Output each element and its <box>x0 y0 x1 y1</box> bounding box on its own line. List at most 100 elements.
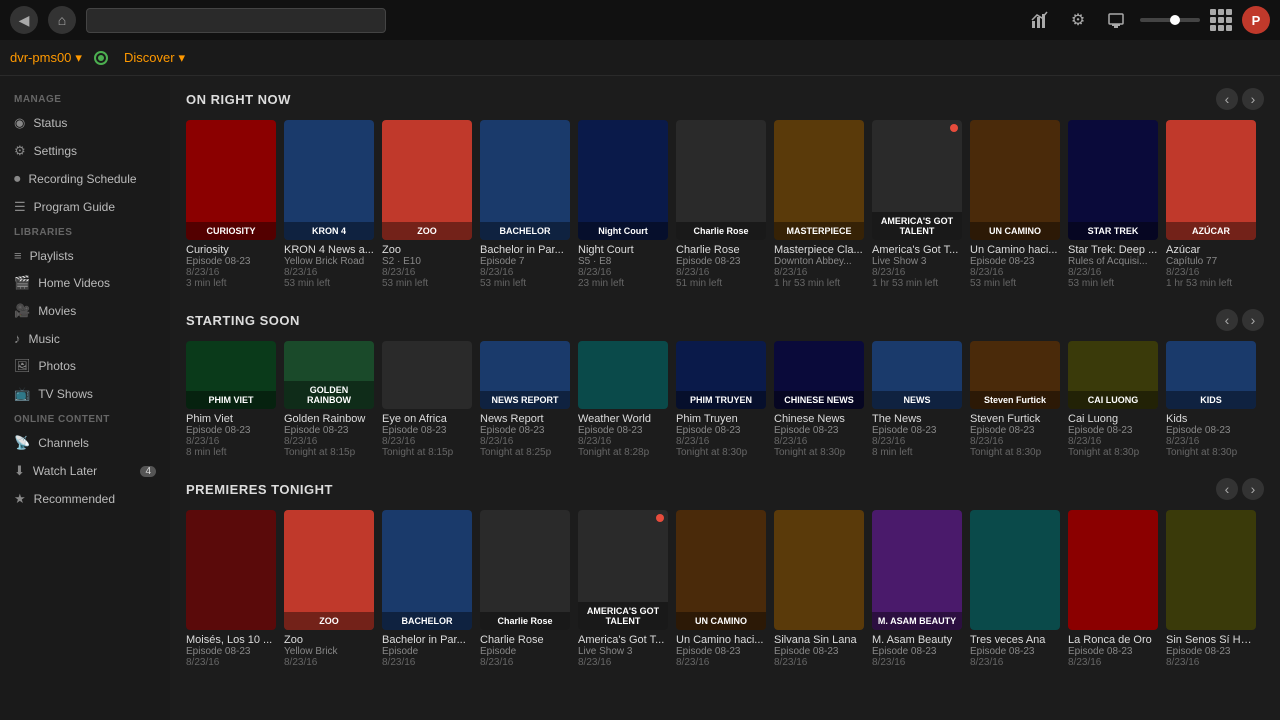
watch-later-icon: ⬇ <box>14 463 25 479</box>
recommended-icon: ★ <box>14 491 26 507</box>
on-right-now-prev[interactable]: ‹ <box>1216 88 1238 110</box>
list-item[interactable]: CAI LUONGCai LuongEpisode 08-238/23/16To… <box>1068 341 1158 458</box>
sidebar-item-home-videos[interactable]: 🎬 Home Videos <box>0 269 170 297</box>
list-item[interactable]: Weather WorldEpisode 08-238/23/16Tonight… <box>578 341 668 458</box>
channels-label: Channels <box>38 436 89 450</box>
sidebar-item-settings[interactable]: ⚙ Settings <box>0 137 170 165</box>
list-item[interactable]: Moisés, Los 10 ...Episode 08-238/23/16 <box>186 510 276 668</box>
list-item[interactable]: CURIOSITYCuriosityEpisode 08-238/23/163 … <box>186 120 276 289</box>
playlists-label: Playlists <box>30 249 74 263</box>
sidebar-item-watch-later[interactable]: ⬇ Watch Later 4 <box>0 457 170 485</box>
list-item[interactable]: M. ASAM BEAUTYM. Asam BeautyEpisode 08-2… <box>872 510 962 668</box>
back-button[interactable]: ◀ <box>10 6 38 34</box>
list-item[interactable]: BACHELORBachelor in Par...Episode8/23/16 <box>382 510 472 668</box>
list-item[interactable]: ZOOZooS2 · E108/23/1653 min left <box>382 120 472 289</box>
sidebar-item-program-guide[interactable]: ☰ Program Guide <box>0 193 170 221</box>
premieres-tonight-row: Moisés, Los 10 ...Episode 08-238/23/16ZO… <box>186 510 1264 668</box>
recording-icon: ⏺ <box>14 171 21 187</box>
settings-icon[interactable]: ⚙ <box>1064 6 1092 34</box>
main-content: ON RIGHT NOW ‹ › CURIOSITYCuriosityEpiso… <box>170 76 1280 720</box>
sidebar-item-channels[interactable]: 📡 Channels <box>0 429 170 457</box>
on-right-now-row: CURIOSITYCuriosityEpisode 08-238/23/163 … <box>186 120 1264 289</box>
list-item[interactable]: La Ronca de OroEpisode 08-238/23/16 <box>1068 510 1158 668</box>
list-item[interactable]: UN CAMINOUn Camino haci...Episode 08-238… <box>676 510 766 668</box>
movies-icon: 🎥 <box>14 303 30 319</box>
list-item[interactable]: CHINESE NEWSChinese NewsEpisode 08-238/2… <box>774 341 864 458</box>
list-item[interactable]: NEWS REPORTNews ReportEpisode 08-238/23/… <box>480 341 570 458</box>
sidebar-item-status[interactable]: ◉ Status <box>0 109 170 137</box>
premieres-tonight-next[interactable]: › <box>1242 478 1264 500</box>
brightness-slider[interactable] <box>1140 18 1200 22</box>
list-item[interactable]: PHIM TRUYENPhim TruyenEpisode 08-238/23/… <box>676 341 766 458</box>
list-item[interactable]: AZÚCARAzúcarCapítulo 778/23/161 hr 53 mi… <box>1166 120 1256 289</box>
premieres-tonight-prev[interactable]: ‹ <box>1216 478 1238 500</box>
sidebar-item-movies[interactable]: 🎥 Movies <box>0 297 170 325</box>
sidebar-item-tv-shows[interactable]: 📺 TV Shows <box>0 380 170 408</box>
starting-soon-nav: ‹ › <box>1216 309 1264 331</box>
channels-icon: 📡 <box>14 435 30 451</box>
list-item[interactable]: STAR TREKStar Trek: Deep ...Rules of Acq… <box>1068 120 1158 289</box>
list-item[interactable]: GOLDEN RAINBOWGolden RainbowEpisode 08-2… <box>284 341 374 458</box>
manage-section-label: MANAGE <box>0 88 170 109</box>
starting-soon-row: PHIM VIETPhim VietEpisode 08-238/23/168 … <box>186 341 1264 458</box>
list-item[interactable]: KIDSKidsEpisode 08-238/23/16Tonight at 8… <box>1166 341 1256 458</box>
grid-icon[interactable] <box>1210 9 1232 31</box>
list-item[interactable]: Tres veces AnaEpisode 08-238/23/16 <box>970 510 1060 668</box>
list-item[interactable]: PHIM VIETPhim VietEpisode 08-238/23/168 … <box>186 341 276 458</box>
on-right-now-title: ON RIGHT NOW <box>186 92 291 107</box>
list-item[interactable]: Charlie RoseCharlie RoseEpisode 08-238/2… <box>676 120 766 289</box>
list-item[interactable]: UN CAMINOUn Camino haci...Episode 08-238… <box>970 120 1060 289</box>
list-item[interactable]: Eye on AfricaEpisode 08-238/23/16Tonight… <box>382 341 472 458</box>
watch-later-label: Watch Later <box>33 464 97 478</box>
recording-schedule-label: Recording Schedule <box>29 172 137 186</box>
list-item[interactable]: MASTERPIECEMasterpiece Cla...Downton Abb… <box>774 120 864 289</box>
photos-icon: 🖼 <box>14 358 31 374</box>
settings-sidebar-icon: ⚙ <box>14 143 26 159</box>
list-item[interactable]: ZOOZooYellow Brick8/23/16 <box>284 510 374 668</box>
cast-icon[interactable] <box>1102 6 1130 34</box>
home-button[interactable]: ⌂ <box>48 6 76 34</box>
device-status-indicator <box>94 51 108 65</box>
stats-icon[interactable] <box>1026 6 1054 34</box>
list-item[interactable]: Sin Senos Sí Hay...Episode 08-238/23/16 <box>1166 510 1256 668</box>
libraries-section-label: LIBRARIES <box>0 221 170 242</box>
sidebar-item-recommended[interactable]: ★ Recommended <box>0 485 170 513</box>
sidebar-item-music[interactable]: ♪ Music <box>0 325 170 352</box>
list-item[interactable]: Silvana Sin LanaEpisode 08-238/23/16 <box>774 510 864 668</box>
avatar[interactable]: P <box>1242 6 1270 34</box>
list-item[interactable]: Steven FurtickSteven FurtickEpisode 08-2… <box>970 341 1060 458</box>
home-videos-icon: 🎬 <box>14 275 30 291</box>
discover-button[interactable]: Discover ▾ <box>124 50 185 66</box>
top-nav: ◀ ⌂ ⚙ P <box>0 0 1280 40</box>
list-item[interactable]: KRON 4KRON 4 News a...Yellow Brick Road8… <box>284 120 374 289</box>
music-icon: ♪ <box>14 331 21 346</box>
on-right-now-next[interactable]: › <box>1242 88 1264 110</box>
sidebar-item-recording-schedule[interactable]: ⏺ Recording Schedule <box>0 165 170 193</box>
on-right-now-header: ON RIGHT NOW ‹ › <box>186 88 1264 110</box>
online-content-section-label: ONLINE CONTENT <box>0 408 170 429</box>
starting-soon-section: STARTING SOON ‹ › PHIM VIETPhim VietEpis… <box>186 309 1264 458</box>
premieres-tonight-header: PREMIERES TONIGHT ‹ › <box>186 478 1264 500</box>
premieres-tonight-title: PREMIERES TONIGHT <box>186 482 333 497</box>
starting-soon-next[interactable]: › <box>1242 309 1264 331</box>
settings-label: Settings <box>34 144 77 158</box>
watch-later-badge: 4 <box>140 466 156 477</box>
photos-label: Photos <box>39 359 76 373</box>
status-label: Status <box>33 116 67 130</box>
sidebar-item-playlists[interactable]: ≡ Playlists <box>0 242 170 269</box>
second-nav: dvr-pms00 ▾ Discover ▾ <box>0 40 1280 76</box>
search-input[interactable] <box>86 8 386 33</box>
premieres-tonight-section: PREMIERES TONIGHT ‹ › Moisés, Los 10 ...… <box>186 478 1264 668</box>
device-label: dvr-pms00 <box>10 50 71 65</box>
list-item[interactable]: AMERICA'S GOT TALENTAmerica's Got T...Li… <box>578 510 668 668</box>
list-item[interactable]: BACHELORBachelor in Par...Episode 78/23/… <box>480 120 570 289</box>
list-item[interactable]: NEWSThe NewsEpisode 08-238/23/168 min le… <box>872 341 962 458</box>
discover-label: Discover <box>124 50 175 65</box>
list-item[interactable]: Night CourtNight CourtS5 · E88/23/1623 m… <box>578 120 668 289</box>
list-item[interactable]: AMERICA'S GOT TALENTAmerica's Got T...Li… <box>872 120 962 289</box>
starting-soon-prev[interactable]: ‹ <box>1216 309 1238 331</box>
device-chevron: ▾ <box>75 50 82 66</box>
device-selector[interactable]: dvr-pms00 ▾ <box>10 50 108 66</box>
list-item[interactable]: Charlie RoseCharlie RoseEpisode8/23/16 <box>480 510 570 668</box>
sidebar-item-photos[interactable]: 🖼 Photos <box>0 352 170 380</box>
